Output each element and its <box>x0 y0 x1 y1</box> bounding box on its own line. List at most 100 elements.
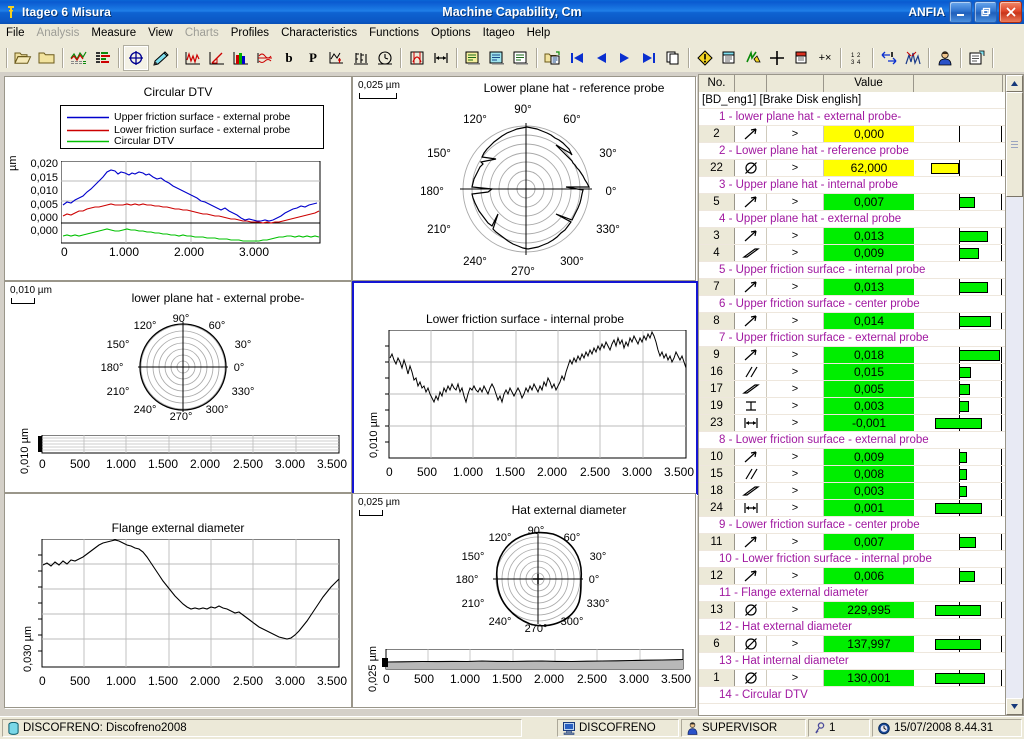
table-header-cell-0[interactable]: No. <box>699 75 735 92</box>
table-header-cell-1[interactable] <box>735 75 767 92</box>
database-export-icon[interactable] <box>541 46 565 70</box>
table-row[interactable]: 10 >0,009 <box>699 449 1005 466</box>
chart-panel-circular-dtv[interactable]: Circular DTV Upper friction surface - ex… <box>4 76 352 281</box>
last-record-icon[interactable] <box>637 46 661 70</box>
table-group-row[interactable]: 8 - Lower friction surface - external pr… <box>699 432 1005 449</box>
table-group-row[interactable]: 14 - Circular DTV <box>699 687 1005 704</box>
transfer-icon[interactable] <box>877 46 901 70</box>
table-row[interactable]: 16 >0,015 <box>699 364 1005 381</box>
table-group-row[interactable]: 3 - Upper plane hat - internal probe <box>699 177 1005 194</box>
chart-bars-icon[interactable] <box>67 46 91 70</box>
table-group-row[interactable]: 2 - Lower plane hat - reference probe <box>699 143 1005 160</box>
menu-item-measure[interactable]: Measure <box>85 25 142 42</box>
prev-record-icon[interactable] <box>589 46 613 70</box>
menu-item-characteristics[interactable]: Characteristics <box>275 25 363 42</box>
table-header-cell-2[interactable] <box>767 75 824 92</box>
table-group-row[interactable]: 1 - lower plane hat - external probe- <box>699 109 1005 126</box>
bar-chart-icon[interactable] <box>229 46 253 70</box>
scatter-chart-icon[interactable] <box>205 46 229 70</box>
table-row[interactable]: 6 >137,997 <box>699 636 1005 653</box>
pencil-icon[interactable] <box>149 46 173 70</box>
table-row[interactable]: 13 >229,995 <box>699 602 1005 619</box>
table-row[interactable]: 9 >0,018 <box>699 347 1005 364</box>
table-row[interactable]: 15 >0,008 <box>699 466 1005 483</box>
lightning-check-icon[interactable] <box>741 46 765 70</box>
table-group-row[interactable]: 7 - Upper friction surface - external pr… <box>699 330 1005 347</box>
chart-panel-flange-external-diameter[interactable]: Flange external diameter 0,030 µm 0 500 … <box>4 493 352 708</box>
table-row[interactable]: 1 >130,001 <box>699 670 1005 687</box>
table-row[interactable]: 7 >0,013 <box>699 279 1005 296</box>
table-group-row[interactable]: 13 - Hat internal diameter <box>699 653 1005 670</box>
table-group-row[interactable]: 4 - Upper plane hat - external probe <box>699 211 1005 228</box>
operator-icon[interactable] <box>933 46 957 70</box>
first-record-icon[interactable] <box>565 46 589 70</box>
menu-item-file[interactable]: File <box>0 25 31 42</box>
report-yellow-icon[interactable] <box>461 46 485 70</box>
menu-item-functions[interactable]: Functions <box>363 25 425 42</box>
status-db-label: DISCOFRENO <box>579 722 656 734</box>
capability-icon[interactable] <box>405 46 429 70</box>
dimension-arrow-icon[interactable] <box>429 46 453 70</box>
table-row[interactable]: 3 >0,013 <box>699 228 1005 245</box>
menu-item-help[interactable]: Help <box>521 25 557 42</box>
plus-x-icon[interactable]: +× <box>813 46 837 70</box>
scroll-thumb[interactable] <box>1006 92 1023 197</box>
table-group-row[interactable]: 9 - Lower friction surface - center prob… <box>699 517 1005 534</box>
table-row[interactable]: 17 >0,005 <box>699 381 1005 398</box>
histogram-icon[interactable] <box>349 46 373 70</box>
chart-panel-lower-plane-hat-reference[interactable]: 0,025 µm Lower plane hat - reference pro… <box>352 76 696 281</box>
table-row[interactable]: 24 >0,001 <box>699 500 1005 517</box>
menu-item-options[interactable]: Options <box>425 25 477 42</box>
chart-panel-hat-external-diameter[interactable]: 0,025 µm Hat external diameter 90° 120° … <box>352 493 696 708</box>
chart-stat-icon[interactable] <box>325 46 349 70</box>
chart-panel-lower-plane-hat-external[interactable]: 0,010 µm lower plane hat - external prob… <box>4 281 352 493</box>
report-white-icon[interactable] <box>509 46 533 70</box>
copy-icon[interactable] <box>661 46 685 70</box>
scroll-down-button[interactable] <box>1006 698 1023 715</box>
table-group-row[interactable]: 10 - Lower friction surface - internal p… <box>699 551 1005 568</box>
numbers-1234-icon[interactable]: 1 2 3 4 <box>845 46 869 70</box>
table-row[interactable]: 11 >0,007 <box>699 534 1005 551</box>
table-scrollbar[interactable] <box>1005 75 1023 715</box>
table-row[interactable]: 23 > -0,001 <box>699 415 1005 432</box>
table-row[interactable]: 12 >0,006 <box>699 568 1005 585</box>
folder-icon[interactable] <box>35 46 59 70</box>
table-group-row[interactable]: 5 - Upper friction surface - internal pr… <box>699 262 1005 279</box>
menu-item-profiles[interactable]: Profiles <box>225 25 275 42</box>
table-group-row[interactable]: 12 - Hat external diameter <box>699 619 1005 636</box>
table-row[interactable]: 5 >0,007 <box>699 194 1005 211</box>
crosshair-target-icon[interactable] <box>123 45 149 71</box>
menu-item-itageo[interactable]: Itageo <box>477 25 521 42</box>
p-letter-icon[interactable]: P <box>301 46 325 70</box>
chart-list-icon[interactable] <box>91 46 115 70</box>
close-button[interactable] <box>999 1 1022 23</box>
table-row[interactable]: 8 >0,014 <box>699 313 1005 330</box>
signal-icon[interactable] <box>901 46 925 70</box>
delete-note-icon[interactable] <box>789 46 813 70</box>
line-chart-icon[interactable] <box>181 46 205 70</box>
next-record-icon[interactable] <box>613 46 637 70</box>
table-group-row[interactable]: 11 - Flange external diameter <box>699 585 1005 602</box>
chart-panel-lower-friction-internal[interactable]: Lower friction surface - internal probe … <box>352 281 698 495</box>
table-row[interactable]: 2 >0,000 <box>699 126 1005 143</box>
table-group-row[interactable]: 6 - Upper friction surface - center prob… <box>699 296 1005 313</box>
report-cyan-icon[interactable] <box>485 46 509 70</box>
table-row[interactable]: 18 >0,003 <box>699 483 1005 500</box>
maximize-button[interactable] <box>974 1 997 23</box>
table-row[interactable]: 22 >62,000 <box>699 160 1005 177</box>
properties-icon[interactable] <box>965 46 989 70</box>
table-header-cell-4[interactable] <box>914 75 1003 92</box>
wave-chart-icon[interactable] <box>253 46 277 70</box>
scroll-up-button[interactable] <box>1006 75 1023 92</box>
plus-icon[interactable] <box>765 46 789 70</box>
note-icon[interactable] <box>717 46 741 70</box>
b-letter-icon[interactable]: b <box>277 46 301 70</box>
table-row[interactable]: 4 >0,009 <box>699 245 1005 262</box>
open-folder-icon[interactable] <box>11 46 35 70</box>
menu-item-view[interactable]: View <box>142 25 179 42</box>
table-header-cell-3[interactable]: Value <box>824 75 914 92</box>
warning-diamond-icon[interactable] <box>693 46 717 70</box>
minimize-button[interactable] <box>949 1 972 23</box>
table-row[interactable]: 19 >0,003 <box>699 398 1005 415</box>
clock-chart-icon[interactable] <box>373 46 397 70</box>
